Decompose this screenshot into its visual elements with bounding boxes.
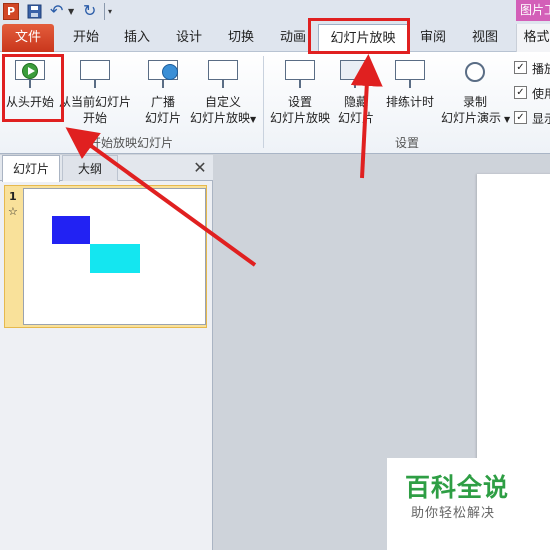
arrow-to-from-beginning <box>65 127 257 267</box>
annotation-arrows <box>65 54 383 267</box>
arrow-to-slideshow-tab <box>350 54 383 179</box>
